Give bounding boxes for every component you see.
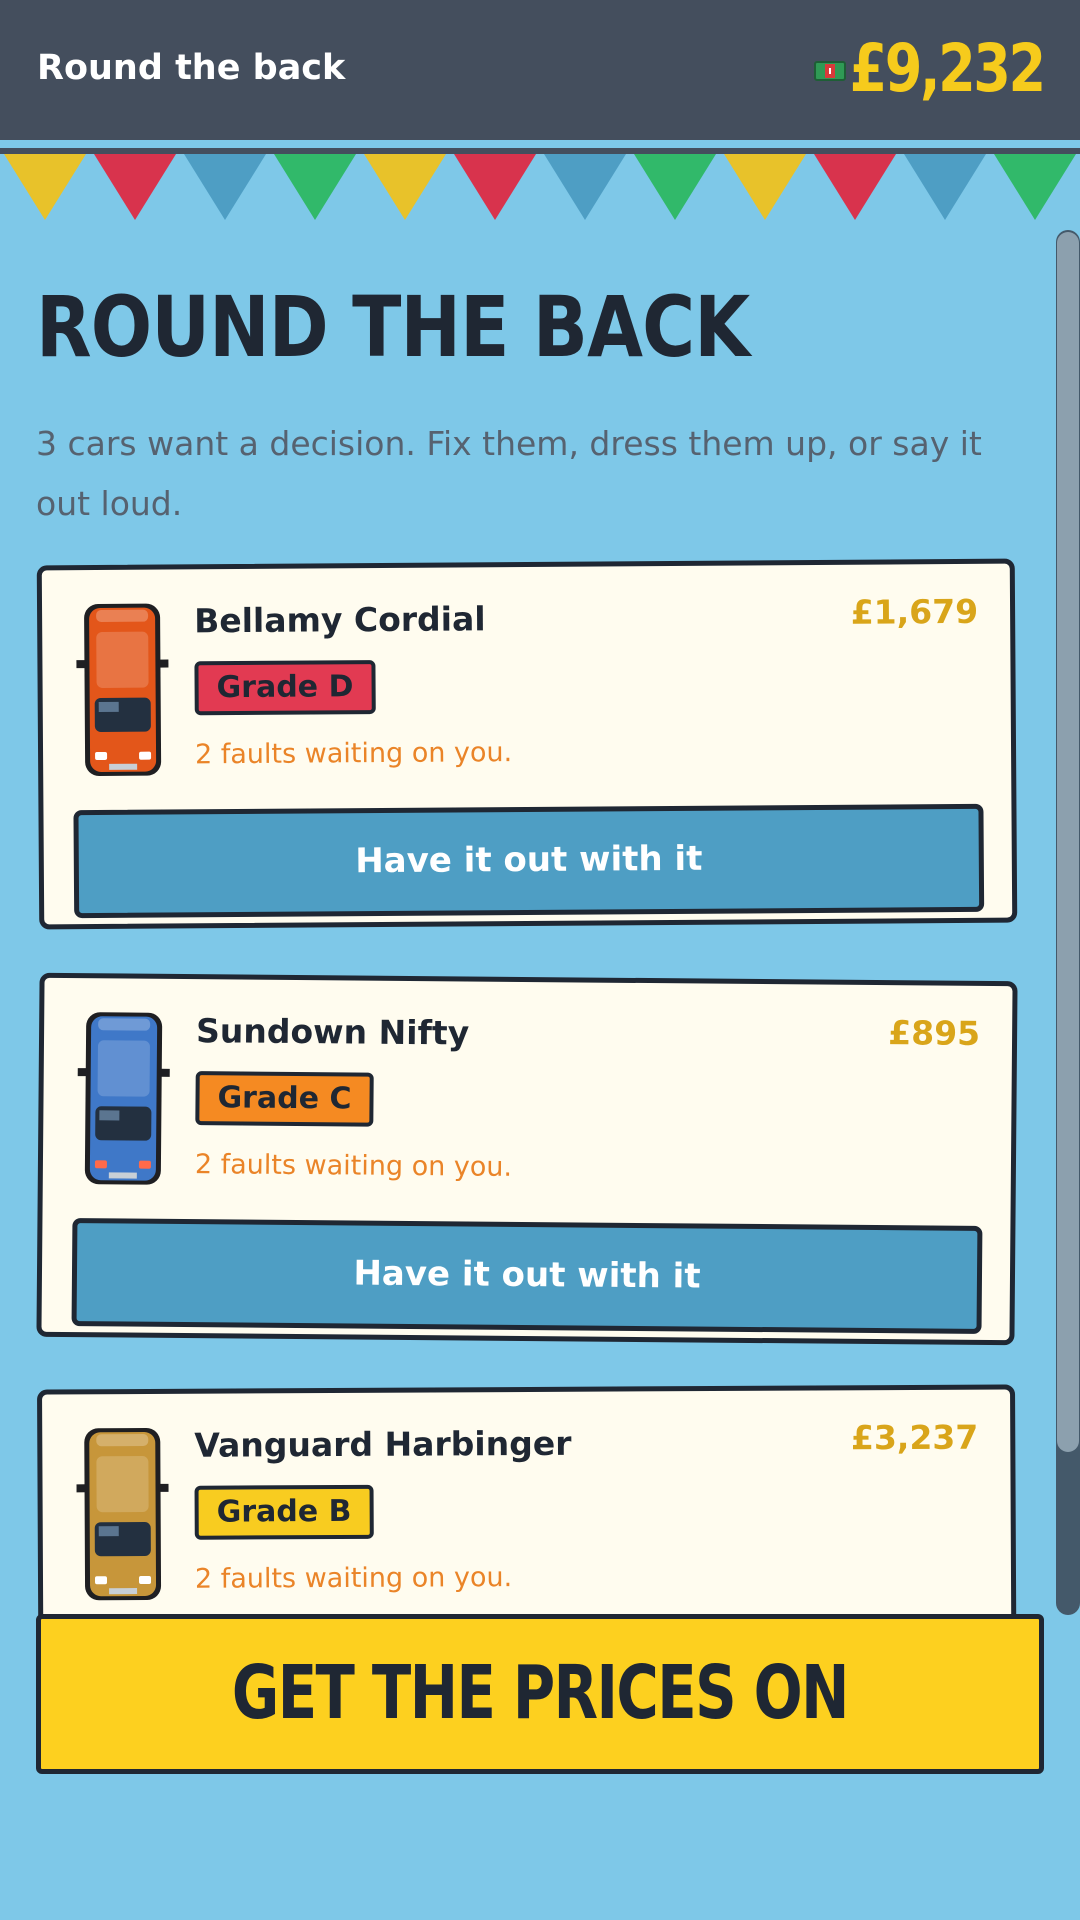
bunting-decoration (0, 148, 1080, 220)
car-name: Bellamy Cordial (193, 599, 486, 641)
car-card: Bellamy Cordial £1,679 Grade D 2 faults … (36, 558, 1018, 930)
bunting-flag (634, 154, 716, 220)
bunting-flag (94, 154, 176, 220)
grade-badge: Grade D (194, 660, 376, 716)
car-price: £1,679 (850, 591, 979, 632)
bunting-flag (364, 154, 446, 220)
page-subtitle: 3 cars want a decision. Fix them, dress … (36, 424, 982, 523)
fault-status: 2 faults waiting on you. (194, 1562, 513, 1595)
car-name: Sundown Nifty (195, 1011, 470, 1053)
bunting-flag (274, 154, 356, 220)
have-it-out-button[interactable]: Have it out with it (73, 803, 985, 919)
bunting-flag (904, 154, 986, 220)
bunting-flag (994, 154, 1076, 220)
bunting-flag (454, 154, 536, 220)
get-prices-button[interactable]: GET THE PRICES ON (36, 1614, 1044, 1774)
bunting-flag (544, 154, 626, 220)
car-price: £3,237 (850, 1417, 979, 1458)
grade-badge: Grade B (194, 1484, 374, 1540)
bunting-flag (724, 154, 806, 220)
cash-balance: £9,232 (849, 30, 1047, 107)
car-name: Vanguard Harbinger (194, 1423, 572, 1465)
bunting-flag (4, 154, 86, 220)
orange-car-icon (76, 603, 169, 776)
get-prices-label: GET THE PRICES ON (231, 1650, 850, 1736)
location-title: Round the back (37, 48, 346, 88)
car-card: Sundown Nifty £895 Grade C 2 faults wait… (36, 972, 1018, 1346)
fault-status: 2 faults waiting on you. (194, 1149, 513, 1183)
page-heading: ROUND THE BACK (36, 278, 750, 376)
car-price: £895 (888, 1013, 981, 1053)
top-bar: Round the back £9,232 (0, 0, 1080, 140)
bunting-flag (184, 154, 266, 220)
have-it-out-button[interactable]: Have it out with it (71, 1218, 983, 1334)
scrollbar-thumb[interactable] (1057, 232, 1079, 1452)
banknote-icon (814, 61, 846, 81)
gold-car-icon (76, 1427, 169, 1601)
grade-badge: Grade C (195, 1071, 374, 1127)
blue-car-icon (77, 1012, 170, 1185)
fault-status: 2 faults waiting on you. (194, 737, 513, 771)
bunting-flag (814, 154, 896, 220)
